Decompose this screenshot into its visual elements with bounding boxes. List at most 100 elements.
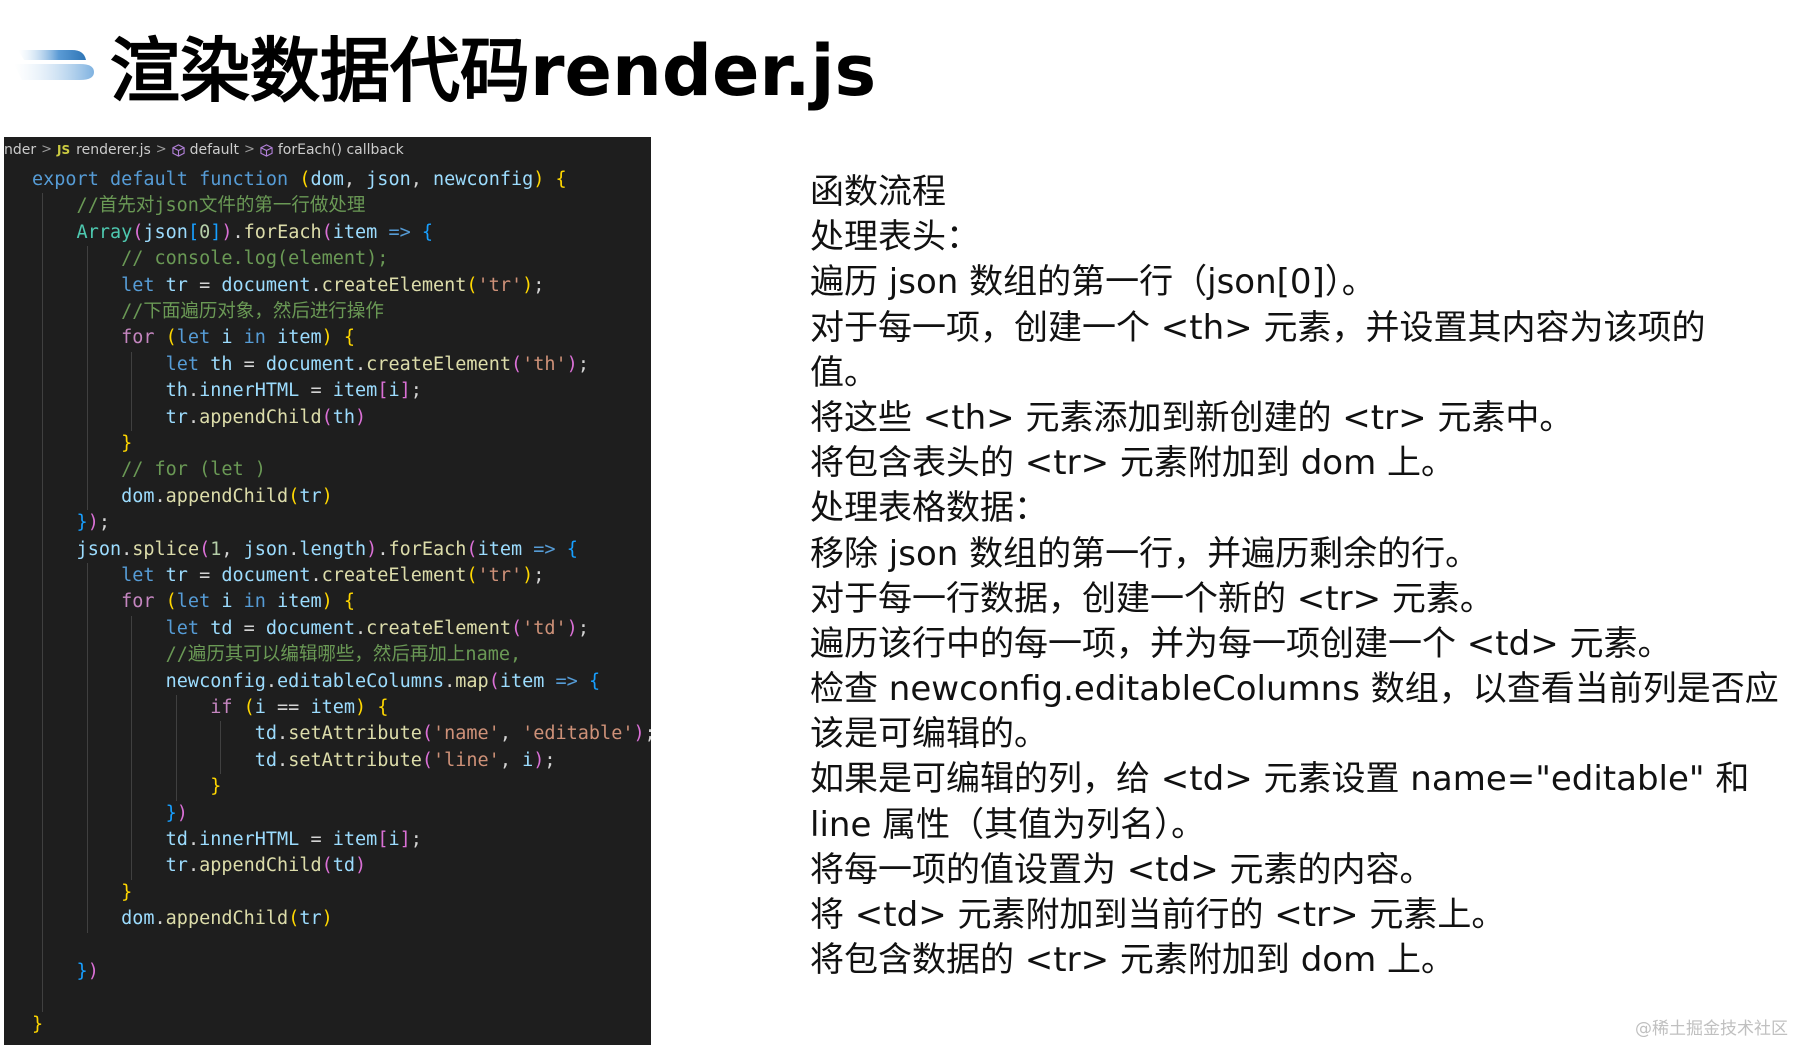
code-token: in: [232, 327, 278, 349]
code-token: ]: [210, 221, 222, 243]
description-line: line 属性（其值为列名）。: [810, 804, 1206, 845]
code-token: .: [377, 538, 389, 560]
code-line[interactable]: th.innerHTML = item[i];: [32, 378, 651, 404]
code-line[interactable]: for (let i in item) {: [32, 589, 651, 615]
code-token: setAttribute: [288, 723, 422, 745]
code-line[interactable]: Array(json[0]).forEach(item => {: [32, 220, 651, 246]
js-file-icon: JS: [57, 143, 71, 157]
code-token: json: [243, 538, 289, 560]
code-token: //首先对json文件的第一行做处理: [32, 195, 366, 217]
code-token: item: [332, 221, 378, 243]
code-line[interactable]: let th = document.createElement('th');: [32, 352, 651, 378]
code-token: {: [588, 670, 601, 692]
code-line[interactable]: let tr = document.createElement('tr');: [32, 563, 651, 589]
code-line[interactable]: newconfig.editableColumns.map(item => {: [32, 669, 651, 695]
code-line[interactable]: td.innerHTML = item[i];: [32, 827, 651, 853]
code-token: }: [32, 881, 133, 903]
code-line[interactable]: [32, 985, 651, 1011]
code-line[interactable]: if (i == item) {: [32, 695, 651, 721]
code-token: innerHTML: [199, 380, 300, 402]
code-token: i: [522, 749, 534, 771]
code-line[interactable]: td.setAttribute('name', 'editable');: [32, 721, 651, 747]
code-line[interactable]: // console.log(element);: [32, 246, 651, 272]
chevron-right-icon: >: [155, 142, 167, 157]
code-token: json: [32, 538, 122, 560]
code-token: item: [477, 538, 523, 560]
code-line[interactable]: [32, 933, 651, 959]
breadcrumb-item-file[interactable]: renderer.js: [76, 142, 151, 158]
code-token: ,: [410, 169, 434, 190]
code-line[interactable]: });: [32, 510, 651, 536]
code-token: let: [176, 327, 222, 349]
code-token: 'tr': [477, 565, 523, 586]
code-token: createElement: [366, 353, 511, 375]
code-token: dom: [310, 169, 344, 190]
function-flow-description: 函数流程 处理表头： 遍历 json 数组的第一行（json[0]）。 对于每一项，创…: [810, 170, 1790, 983]
code-line[interactable]: }: [32, 1012, 651, 1038]
code-token: =: [187, 565, 222, 586]
code-line[interactable]: // for (let ): [32, 457, 651, 483]
code-token: {: [555, 169, 567, 190]
code-line[interactable]: }): [32, 801, 651, 827]
code-token: ): [355, 406, 367, 428]
code-line[interactable]: export default function (dom, json, newc…: [32, 167, 651, 193]
code-token: .: [310, 274, 322, 296]
code-line[interactable]: }: [32, 431, 651, 457]
description-line: 对于每一项，创建一个 <th> 元素，并设置其内容为该项的: [810, 307, 1706, 348]
code-token: i: [254, 697, 266, 718]
code-line[interactable]: tr.appendChild(th): [32, 405, 651, 431]
code-line[interactable]: }: [32, 880, 651, 906]
code-token: (: [321, 406, 333, 428]
code-token: ): [87, 512, 99, 534]
code-token: innerHTML: [199, 829, 300, 850]
code-token: createElement: [321, 565, 467, 586]
code-token: }: [32, 961, 88, 982]
description-line: 将包含数据的 <tr> 元素附加到 dom 上。: [810, 940, 1456, 981]
code-line[interactable]: }): [32, 959, 651, 985]
code-token: ;: [577, 617, 589, 639]
code-line[interactable]: tr.appendChild(td): [32, 853, 651, 879]
code-token: ;: [410, 380, 422, 402]
code-line[interactable]: //下面遍历对象，然后进行操作: [32, 299, 651, 325]
code-line[interactable]: for (let i in item) {: [32, 325, 651, 351]
code-body[interactable]: export default function (dom, json, newc…: [4, 163, 651, 1045]
code-line[interactable]: //遍历其可以编辑哪些，然后再加上name,: [32, 642, 651, 668]
code-token: json: [366, 169, 411, 190]
code-token: (: [199, 538, 211, 560]
code-line[interactable]: dom.appendChild(tr): [32, 906, 651, 932]
code-token: //遍历其可以编辑哪些，然后再加上name,: [32, 644, 522, 666]
code-token: ): [566, 617, 578, 639]
code-token: (: [466, 565, 478, 586]
code-token: ): [321, 591, 333, 613]
code-token: td: [32, 829, 188, 850]
code-token: =>: [377, 221, 411, 243]
code-token: ,: [343, 169, 367, 190]
code-token: (: [488, 670, 500, 692]
code-token: .: [277, 723, 289, 745]
code-token: // for (let ): [32, 459, 266, 481]
code-token: i: [221, 591, 233, 613]
breadcrumb-item-folder[interactable]: nder: [4, 142, 36, 158]
breadcrumb-item-callback[interactable]: forEach() callback: [278, 142, 404, 158]
code-token: i: [388, 829, 400, 850]
code-line[interactable]: let td = document.createElement('td');: [32, 616, 651, 642]
code-line[interactable]: }: [32, 774, 651, 800]
code-line[interactable]: dom.appendChild(tr): [32, 484, 651, 510]
code-token: createElement: [321, 274, 467, 296]
code-token: dom: [32, 485, 155, 507]
code-token: appendChild: [165, 908, 289, 930]
breadcrumb-item-default[interactable]: default: [190, 142, 239, 158]
code-token: item: [277, 591, 322, 613]
code-line[interactable]: //首先对json文件的第一行做处理: [32, 193, 651, 219]
description-heading: 函数流程: [810, 172, 946, 212]
code-token: tr: [165, 274, 188, 296]
code-editor-panel: nder > JS renderer.js > default > forEach() cal…: [4, 137, 651, 1045]
code-line[interactable]: let tr = document.createElement('tr');: [32, 273, 651, 299]
code-token: ): [221, 221, 233, 243]
code-line[interactable]: td.setAttribute('line', i);: [32, 748, 651, 774]
code-line[interactable]: json.splice(1, json.length).forEach(item…: [32, 537, 651, 563]
code-token: ): [522, 274, 534, 296]
